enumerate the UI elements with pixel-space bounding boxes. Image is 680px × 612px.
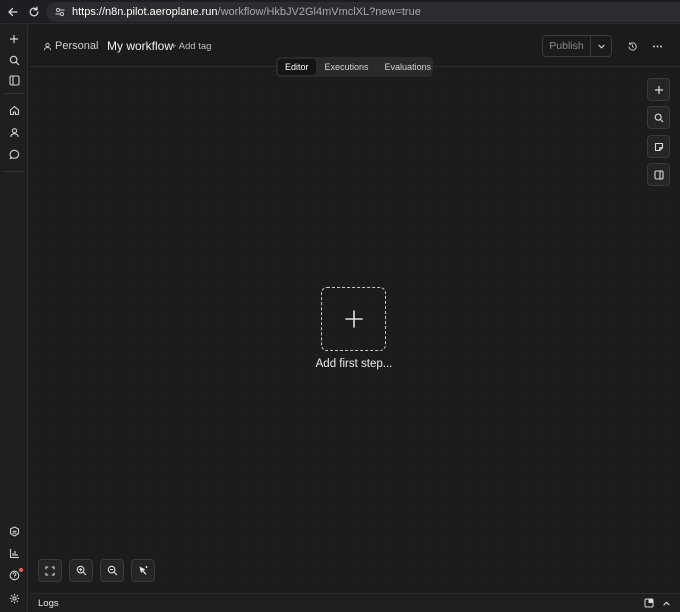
chevron-up-icon[interactable] xyxy=(660,597,672,609)
add-first-step-label: Add first step... xyxy=(315,358,393,370)
tab-executions[interactable]: Executions xyxy=(318,59,376,75)
user-icon[interactable] xyxy=(4,122,24,142)
left-sidebar xyxy=(0,25,28,612)
add-sticky-note-button[interactable] xyxy=(647,135,670,158)
workflow-name[interactable]: My workflow xyxy=(107,39,173,53)
logs-label: Logs xyxy=(38,598,59,609)
templates-icon[interactable] xyxy=(4,521,24,541)
sidebar-toggle-icon[interactable] xyxy=(4,70,24,90)
project-breadcrumb[interactable]: Personal xyxy=(43,40,98,52)
publish-button-group: Publish xyxy=(542,35,612,57)
view-tabs: Editor Executions Evaluations xyxy=(276,57,433,77)
tidy-up-button[interactable] xyxy=(131,559,155,582)
sidebar-divider xyxy=(4,93,24,94)
notification-dot xyxy=(19,568,23,572)
fit-view-icon xyxy=(45,565,55,576)
logs-panel-bar[interactable]: Logs xyxy=(29,593,680,612)
reload-icon[interactable] xyxy=(23,1,45,23)
settings-gear-icon[interactable] xyxy=(4,588,24,608)
zoom-in-button[interactable] xyxy=(69,559,93,582)
zoom-in-icon xyxy=(76,565,87,576)
plus-icon[interactable] xyxy=(4,29,24,49)
plus-icon xyxy=(344,309,364,329)
project-name: Personal xyxy=(55,40,99,52)
sticky-note-icon xyxy=(654,142,664,152)
site-info-icon[interactable] xyxy=(54,6,66,18)
chat-icon[interactable] xyxy=(4,144,24,164)
tab-evaluations[interactable]: Evaluations xyxy=(378,59,439,75)
back-arrow-icon[interactable] xyxy=(2,1,24,23)
home-icon[interactable] xyxy=(4,100,24,120)
add-tag-button[interactable]: + Add tag xyxy=(171,41,211,52)
chevron-down-icon xyxy=(597,42,606,51)
search-icon xyxy=(654,113,664,123)
insights-chart-icon[interactable] xyxy=(4,543,24,563)
open-nodes-panel-button[interactable] xyxy=(647,78,670,101)
magic-wand-icon xyxy=(138,565,149,576)
tab-editor[interactable]: Editor xyxy=(278,59,316,75)
url-host: https://n8n.pilot.aeroplane.run xyxy=(72,6,218,18)
add-first-step-button[interactable] xyxy=(321,287,386,351)
url-text: https://n8n.pilot.aeroplane.run/workflow… xyxy=(72,6,421,18)
person-icon xyxy=(43,42,52,51)
toggle-panel-button[interactable] xyxy=(647,163,670,186)
search-nodes-button[interactable] xyxy=(647,106,670,129)
publish-options-button[interactable] xyxy=(591,36,611,56)
url-path: /workflow/HkbJV2Gl4mVmclXL?new=true xyxy=(217,6,421,18)
address-bar[interactable]: https://n8n.pilot.aeroplane.run/workflow… xyxy=(46,2,680,22)
history-icon[interactable] xyxy=(624,38,640,54)
browser-toolbar: https://n8n.pilot.aeroplane.run/workflow… xyxy=(0,0,680,24)
sidebar-divider xyxy=(4,171,24,172)
plus-icon xyxy=(654,85,664,95)
publish-button[interactable]: Publish xyxy=(543,36,591,56)
fit-view-button[interactable] xyxy=(38,559,62,582)
more-options-icon[interactable] xyxy=(649,38,665,54)
panel-right-icon xyxy=(653,169,664,180)
pop-out-icon[interactable] xyxy=(643,597,655,609)
zoom-out-icon xyxy=(107,565,118,576)
zoom-out-button[interactable] xyxy=(100,559,124,582)
search-icon[interactable] xyxy=(4,50,24,70)
